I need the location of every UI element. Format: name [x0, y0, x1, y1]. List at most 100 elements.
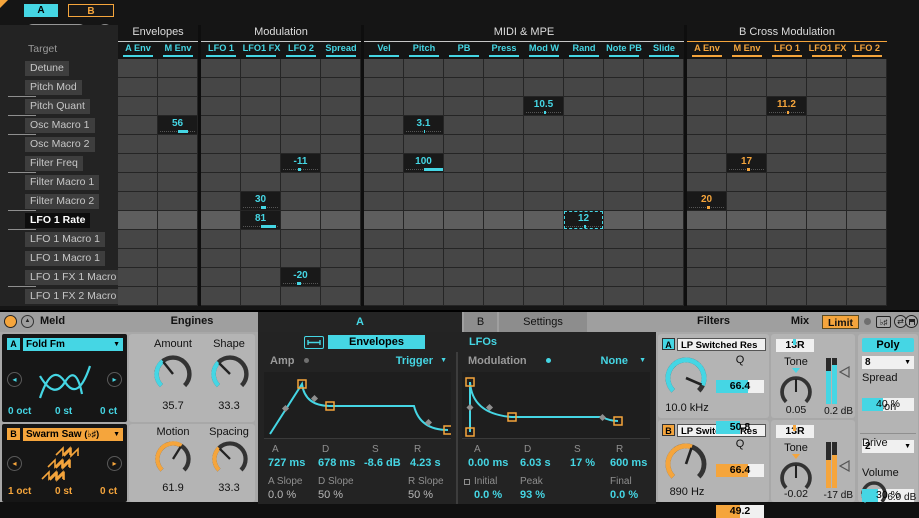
matrix-cell[interactable] — [644, 135, 684, 154]
matrix-cell[interactable] — [364, 59, 404, 78]
matrix-cell[interactable] — [444, 211, 484, 230]
matrix-cell[interactable] — [727, 249, 767, 268]
matrix-cell[interactable] — [847, 287, 887, 306]
matrix-cell[interactable] — [118, 249, 158, 268]
matrix-cell[interactable] — [404, 268, 444, 287]
matrix-cell[interactable] — [644, 154, 684, 173]
matrix-cell[interactable] — [321, 249, 361, 268]
matrix-cell[interactable] — [564, 192, 604, 211]
tab-a[interactable]: A — [258, 312, 462, 332]
column-header-b-cross-modulation-m-env[interactable]: M Env — [727, 42, 767, 59]
mix-b-level-value[interactable]: -17 dB — [813, 490, 853, 501]
column-header-modulation-spread[interactable]: Spread — [321, 42, 361, 59]
motion-knob[interactable] — [154, 440, 192, 478]
matrix-cell[interactable] — [404, 192, 444, 211]
matrix-cell[interactable] — [444, 287, 484, 306]
matrix-cell[interactable] — [484, 211, 524, 230]
matrix-cell[interactable] — [241, 249, 281, 268]
matrix-cell[interactable] — [767, 135, 807, 154]
engine-a-next-button[interactable]: ▸ — [107, 372, 122, 387]
matrix-cell[interactable] — [807, 173, 847, 192]
amp-release-value[interactable]: 4.23 s — [410, 457, 441, 469]
matrix-cell[interactable] — [281, 59, 321, 78]
matrix-cell[interactable] — [807, 78, 847, 97]
engine-b-selector[interactable]: Swarm Saw (♭♯)▼ — [23, 428, 123, 441]
matrix-cell[interactable] — [158, 249, 198, 268]
matrix-cell[interactable] — [604, 59, 644, 78]
modulation-envelope-graph[interactable] — [462, 372, 650, 439]
column-header-midi-mpe-note-pb[interactable]: Note PB — [604, 42, 644, 59]
matrix-cell[interactable] — [404, 173, 444, 192]
matrix-cell[interactable] — [564, 116, 604, 135]
poly-mode-button[interactable]: Poly — [862, 338, 914, 352]
matrix-cell[interactable] — [484, 249, 524, 268]
matrix-cell[interactable] — [524, 59, 564, 78]
mix-b-pan-control[interactable]: 13R — [776, 425, 814, 438]
matrix-cell[interactable] — [847, 211, 887, 230]
matrix-cell[interactable] — [564, 249, 604, 268]
matrix-cell[interactable] — [201, 211, 241, 230]
matrix-cell[interactable] — [484, 59, 524, 78]
matrix-tab-a[interactable]: A — [24, 4, 58, 17]
matrix-cell[interactable] — [364, 249, 404, 268]
matrix-cell[interactable] — [444, 192, 484, 211]
matrix-cell[interactable] — [687, 287, 727, 306]
matrix-cell[interactable] — [687, 78, 727, 97]
matrix-cell[interactable] — [847, 249, 887, 268]
matrix-cell[interactable] — [241, 59, 281, 78]
matrix-cell-filter-macro-2-a-env[interactable]: 20 — [687, 192, 727, 211]
matrix-cell[interactable] — [201, 230, 241, 249]
matrix-cell[interactable] — [364, 135, 404, 154]
matrix-cell[interactable] — [687, 116, 727, 135]
matrix-cell[interactable] — [444, 135, 484, 154]
matrix-cell[interactable] — [321, 135, 361, 154]
matrix-cell[interactable] — [321, 211, 361, 230]
filter-b-q-slider[interactable]: 66.4 — [716, 464, 764, 477]
matrix-cell[interactable] — [484, 268, 524, 287]
matrix-cell[interactable] — [444, 154, 484, 173]
matrix-cell[interactable] — [644, 249, 684, 268]
matrix-cell[interactable] — [158, 268, 198, 287]
matrix-cell[interactable] — [767, 173, 807, 192]
matrix-cell[interactable] — [727, 287, 767, 306]
target-row-lfo-1-fx-2-macro-12[interactable]: LFO 1 FX 2 Macro — [0, 287, 118, 306]
matrix-cell[interactable] — [484, 116, 524, 135]
matrix-cell[interactable] — [281, 97, 321, 116]
matrix-cell[interactable] — [604, 230, 644, 249]
matrix-cell-osc-macro-1-m-env[interactable]: 56 — [158, 116, 198, 135]
matrix-cell[interactable] — [847, 59, 887, 78]
matrix-cell[interactable] — [847, 268, 887, 287]
matrix-cell[interactable] — [807, 211, 847, 230]
matrix-cell[interactable] — [564, 97, 604, 116]
column-header-b-cross-modulation-lfo-1[interactable]: LFO 1 — [767, 42, 807, 59]
matrix-cell[interactable] — [281, 230, 321, 249]
matrix-cell[interactable] — [807, 249, 847, 268]
matrix-cell[interactable] — [321, 268, 361, 287]
matrix-cell[interactable] — [604, 135, 644, 154]
matrix-cell[interactable] — [321, 287, 361, 306]
matrix-cell[interactable] — [321, 116, 361, 135]
column-header-midi-mpe-slide[interactable]: Slide — [644, 42, 684, 59]
matrix-cell[interactable] — [158, 192, 198, 211]
matrix-cell[interactable] — [321, 154, 361, 173]
matrix-cell[interactable] — [644, 230, 684, 249]
matrix-cell[interactable] — [158, 97, 198, 116]
matrix-cell[interactable] — [644, 192, 684, 211]
matrix-cell[interactable] — [847, 154, 887, 173]
matrix-cell-filter-macro-2-lfo1-fx[interactable]: 30 — [241, 192, 281, 211]
matrix-cell[interactable] — [644, 173, 684, 192]
matrix-cell[interactable] — [281, 78, 321, 97]
matrix-cell[interactable] — [807, 116, 847, 135]
tab-lfos[interactable]: LFOs — [438, 335, 528, 349]
matrix-cell[interactable] — [281, 116, 321, 135]
matrix-cell[interactable] — [201, 78, 241, 97]
matrix-cell[interactable] — [484, 97, 524, 116]
amp-sustain-value[interactable]: -8.6 dB — [364, 457, 401, 469]
env-loop-mode-icon[interactable] — [304, 336, 324, 349]
matrix-cell[interactable] — [564, 230, 604, 249]
engine-b-next-button[interactable]: ▸ — [107, 456, 122, 471]
matrix-cell[interactable] — [604, 192, 644, 211]
matrix-cell[interactable] — [767, 59, 807, 78]
column-header-b-cross-modulation-lfo1-fx[interactable]: LFO1 FX — [807, 42, 847, 59]
engine-a-semitones[interactable]: 0 st — [55, 406, 72, 417]
